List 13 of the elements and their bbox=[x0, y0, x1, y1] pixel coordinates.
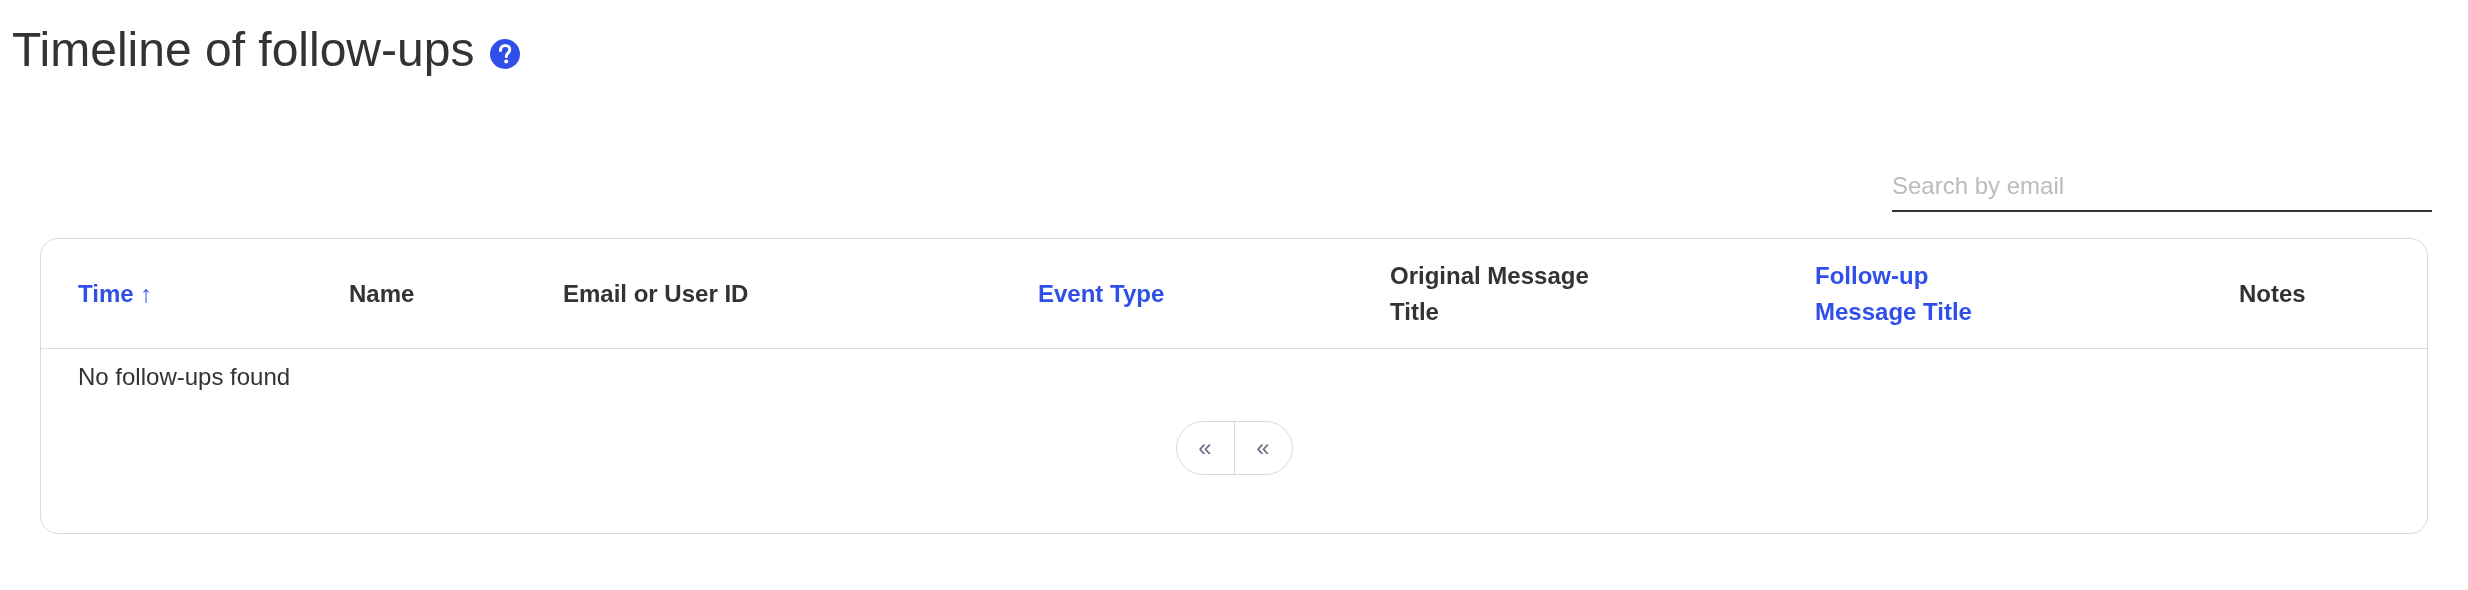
search-field[interactable]: Search by email bbox=[1892, 166, 2432, 212]
column-header: Email or User ID bbox=[563, 278, 749, 309]
column-header[interactable]: Time ↑ bbox=[78, 275, 153, 312]
page-title: Timeline of follow-ups bbox=[12, 22, 475, 78]
help-icon[interactable] bbox=[490, 39, 521, 69]
pagination-button[interactable]: « bbox=[1175, 421, 1235, 475]
column-header[interactable]: Event Type bbox=[1038, 275, 1165, 312]
empty-message: No follow-ups found bbox=[78, 363, 291, 390]
column-header: Notes bbox=[2239, 278, 2306, 309]
column-header: Original Message Title bbox=[1390, 260, 1590, 327]
column-header[interactable]: Follow-up Message Title bbox=[1815, 257, 2035, 330]
column-header: Name bbox=[349, 278, 415, 309]
pagination-button[interactable]: « bbox=[1233, 421, 1293, 475]
